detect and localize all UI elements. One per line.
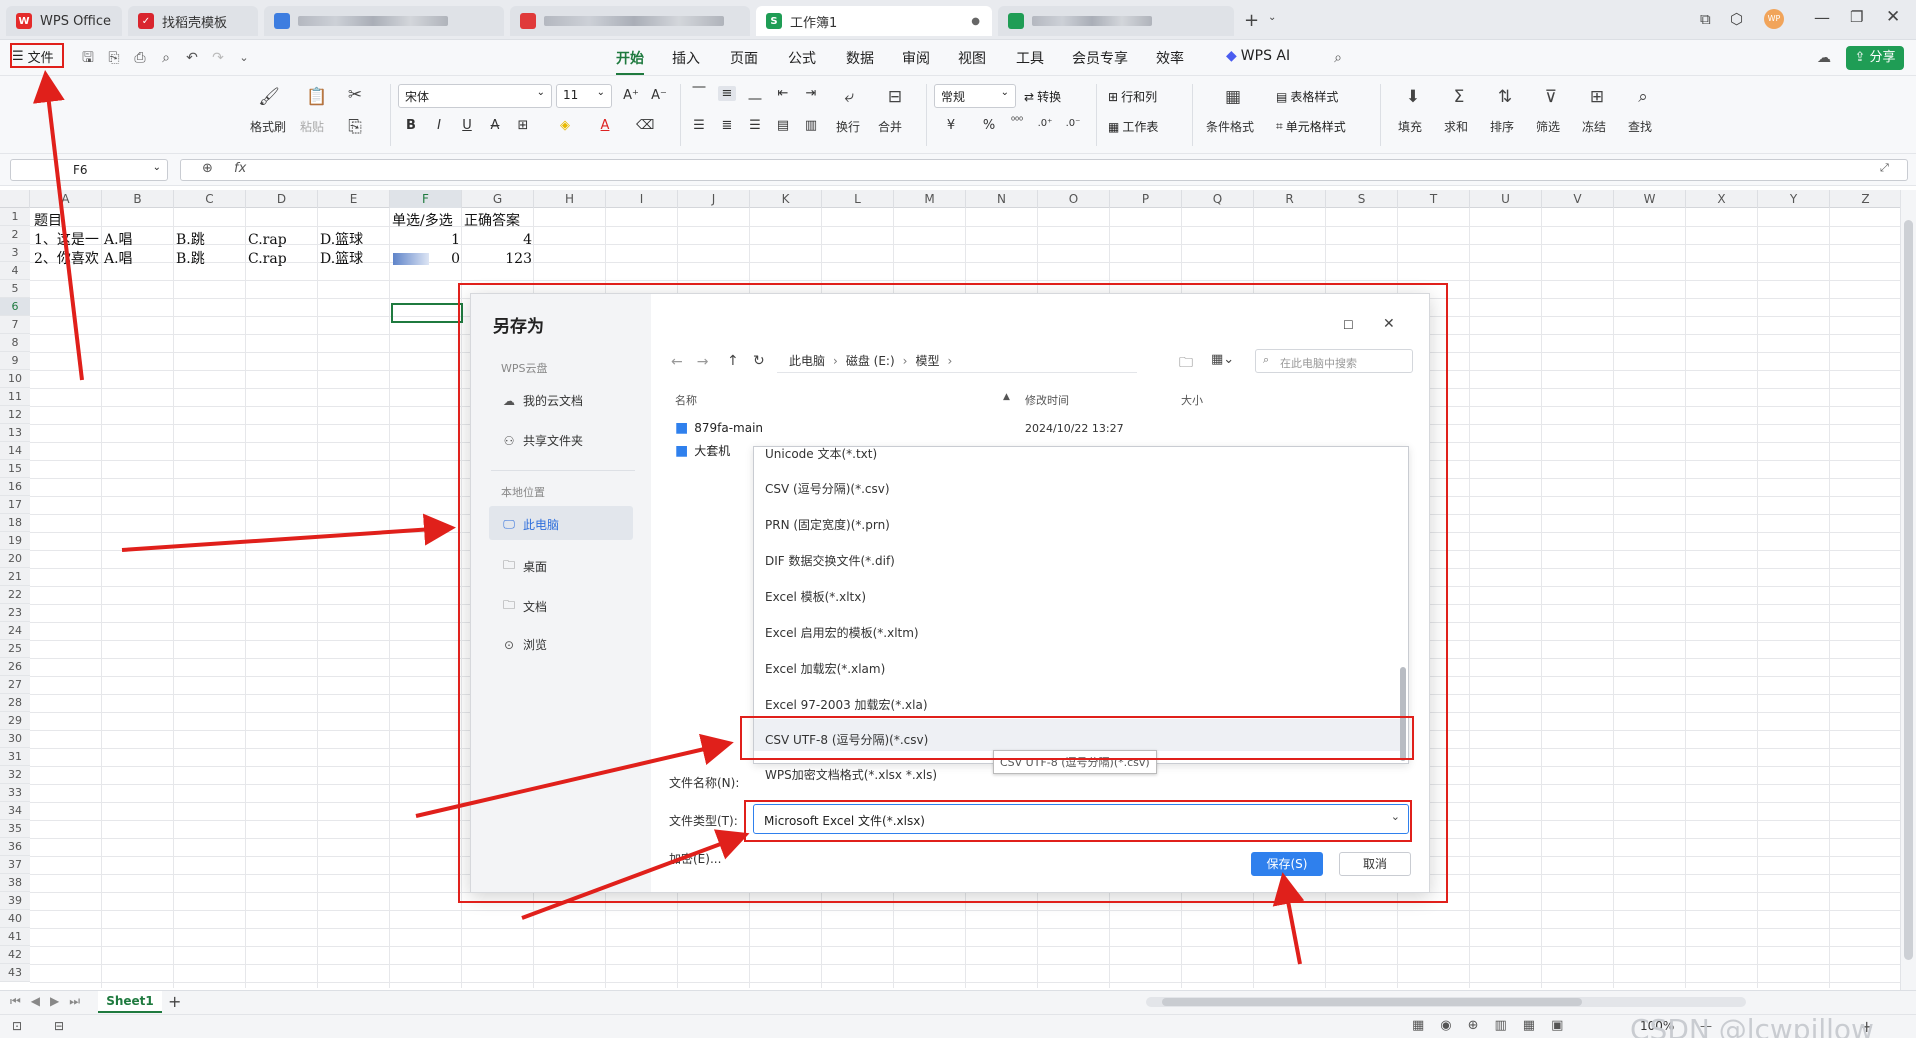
arrow-to-dialog <box>121 513 456 552</box>
arrow-to-file <box>32 70 84 381</box>
arrow-to-save <box>1272 872 1305 965</box>
annotation-arrows <box>32 70 1305 965</box>
arrow-to-filetype <box>521 829 750 920</box>
arrow-to-csv-utf8 <box>415 733 734 818</box>
